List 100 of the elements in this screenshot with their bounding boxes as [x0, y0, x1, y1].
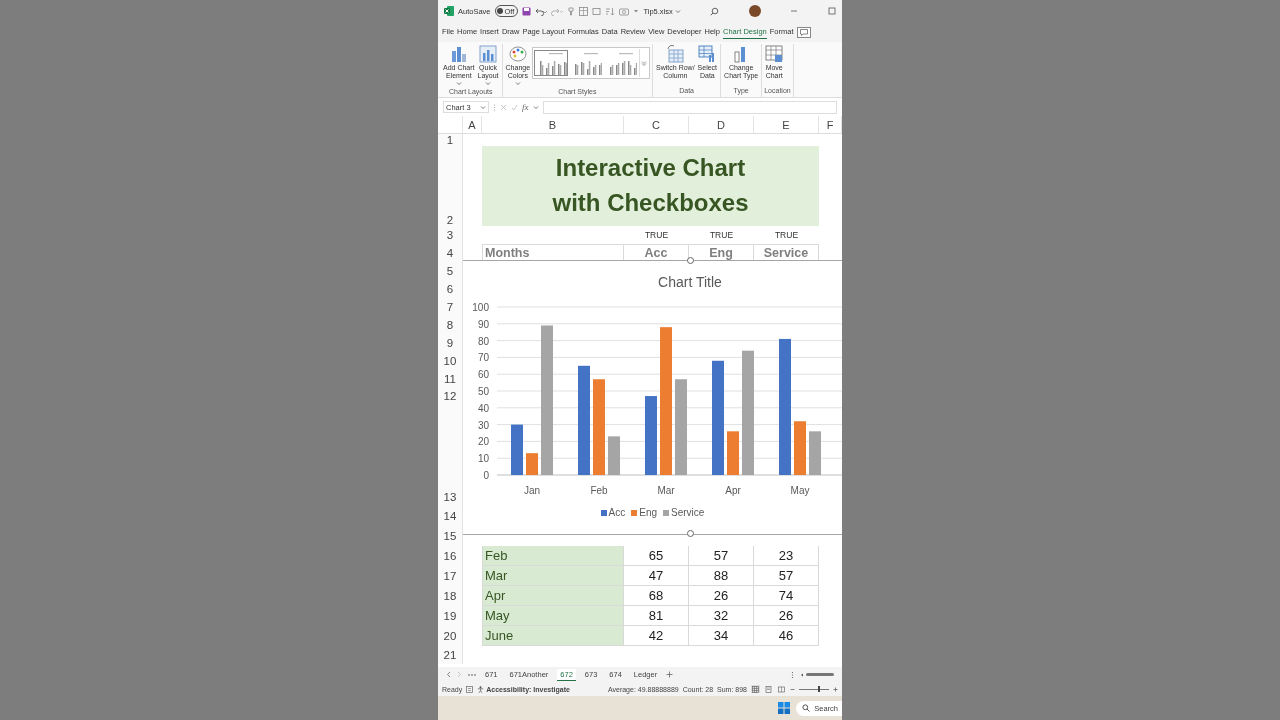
legend-label: Service [671, 507, 705, 518]
row-number[interactable]: 7 [438, 298, 463, 316]
row-number[interactable]: 14 [438, 506, 463, 526]
column-header[interactable]: E [754, 116, 819, 133]
formula-field[interactable] [542, 100, 837, 114]
axis-label: 50 [477, 386, 489, 397]
zoom-out-icon[interactable] [790, 686, 795, 692]
row-number[interactable]: 16 [438, 546, 463, 566]
table-cell: 57 [689, 546, 754, 566]
insert-function-button[interactable]: fx [522, 102, 529, 112]
row-number[interactable]: 13 [438, 488, 463, 506]
row-number[interactable]: 21 [438, 646, 463, 664]
table-cell: 23 [754, 546, 819, 566]
frame-icon[interactable] [592, 6, 602, 16]
zoom-in-icon[interactable] [833, 686, 838, 692]
table-chart-icon [765, 45, 784, 63]
axis-label: 80 [477, 335, 489, 347]
row-number[interactable]: 20 [438, 626, 463, 646]
caret-icon[interactable] [532, 104, 539, 110]
axis-label: 40 [477, 402, 489, 414]
chart-title: Chart Title [658, 274, 722, 290]
camera-icon[interactable] [619, 6, 630, 16]
windows-start-icon[interactable] [778, 702, 791, 714]
table-cell: Feb [482, 546, 624, 566]
sheet-title: Interactive Chart with Checkboxes [482, 146, 819, 226]
column-header[interactable]: A [463, 116, 482, 133]
table-cell-text: TRUE [708, 229, 735, 242]
sort-icon[interactable] [605, 6, 616, 16]
row-number[interactable]: 2 [438, 146, 463, 226]
axis-label: 90 [477, 318, 489, 330]
customize-caret-icon[interactable] [633, 8, 640, 14]
macro-icon[interactable] [466, 685, 474, 693]
table-cell: 47 [624, 566, 689, 586]
axis-label: May [790, 485, 810, 496]
row-number[interactable]: 12 [438, 388, 463, 488]
table-cell: June [482, 626, 624, 646]
axis-label: 70 [477, 352, 489, 364]
options-icon[interactable] [791, 670, 794, 679]
table-cell: 74 [754, 586, 819, 606]
axis-label: Mar [657, 485, 675, 496]
chart-bar [794, 421, 806, 475]
table-cell: 57 [754, 566, 819, 586]
row-number[interactable]: 6 [438, 280, 463, 298]
resize-handle[interactable] [687, 257, 694, 264]
undo-icon[interactable] [535, 6, 548, 16]
drag-handle-icon[interactable] [493, 102, 496, 112]
column-header[interactable]: D [689, 116, 754, 133]
caret-icon [641, 60, 648, 66]
save-icon[interactable] [522, 6, 532, 16]
chart-layout-icon [479, 45, 498, 63]
page-layout-view-button[interactable] [764, 685, 773, 693]
scroll-left-icon[interactable] [446, 671, 451, 678]
table-cell: Mar [482, 566, 624, 586]
table-cell-text: TRUE [643, 229, 670, 242]
caret-icon[interactable] [674, 8, 681, 14]
axis-label: 30 [477, 419, 489, 431]
column-header[interactable]: C [624, 116, 689, 133]
axis-label: 60 [477, 369, 489, 381]
row-number[interactable]: 8 [438, 316, 463, 334]
legend-label: Eng [639, 507, 658, 518]
row-number[interactable]: 19 [438, 606, 463, 626]
row-number[interactable]: 10 [438, 352, 463, 370]
row-number[interactable]: 11 [438, 370, 463, 388]
zoom-slider[interactable] [799, 686, 829, 692]
table-cell-text: TRUE [773, 229, 800, 242]
slider-thumb[interactable] [817, 686, 820, 692]
table-cell: 32 [689, 606, 754, 626]
avatar[interactable] [748, 5, 761, 17]
page-break-view-button[interactable] [777, 685, 786, 693]
row-number[interactable]: 9 [438, 334, 463, 352]
add-sheet-icon[interactable] [666, 671, 674, 678]
table-cell: 26 [689, 586, 754, 606]
axis-label: Jan [523, 485, 541, 496]
column-header[interactable]: B [482, 116, 624, 133]
redo-icon [551, 6, 564, 16]
resize-handle[interactable] [687, 530, 694, 537]
maximize-icon[interactable] [828, 7, 837, 15]
table-chart-icon [698, 45, 717, 63]
search-icon[interactable] [710, 6, 720, 16]
chart-style-option[interactable] [534, 50, 569, 76]
column-header[interactable]: F [819, 116, 842, 133]
axis-label: 0 [483, 470, 489, 481]
chart-bar [727, 431, 739, 475]
row-number[interactable]: 18 [438, 586, 463, 606]
row-number[interactable]: 15 [438, 526, 463, 546]
more-sheets-icon[interactable] [468, 672, 476, 677]
chart-bar [526, 453, 538, 475]
table-icon[interactable] [579, 6, 589, 16]
row-number[interactable]: 4 [438, 244, 463, 262]
horizontal-scrollbar[interactable] [800, 672, 834, 677]
minimize-icon[interactable] [790, 7, 799, 15]
table-cell: 65 [624, 546, 689, 566]
row-number[interactable]: 5 [438, 262, 463, 280]
row-number[interactable]: 3 [438, 226, 463, 244]
row-number[interactable]: 1 [438, 134, 463, 146]
comments-button[interactable] [796, 26, 811, 38]
axis-label: 100 [472, 302, 489, 313]
bar-chart-icon [449, 45, 468, 63]
row-number[interactable]: 17 [438, 566, 463, 586]
normal-view-button[interactable] [751, 685, 760, 693]
